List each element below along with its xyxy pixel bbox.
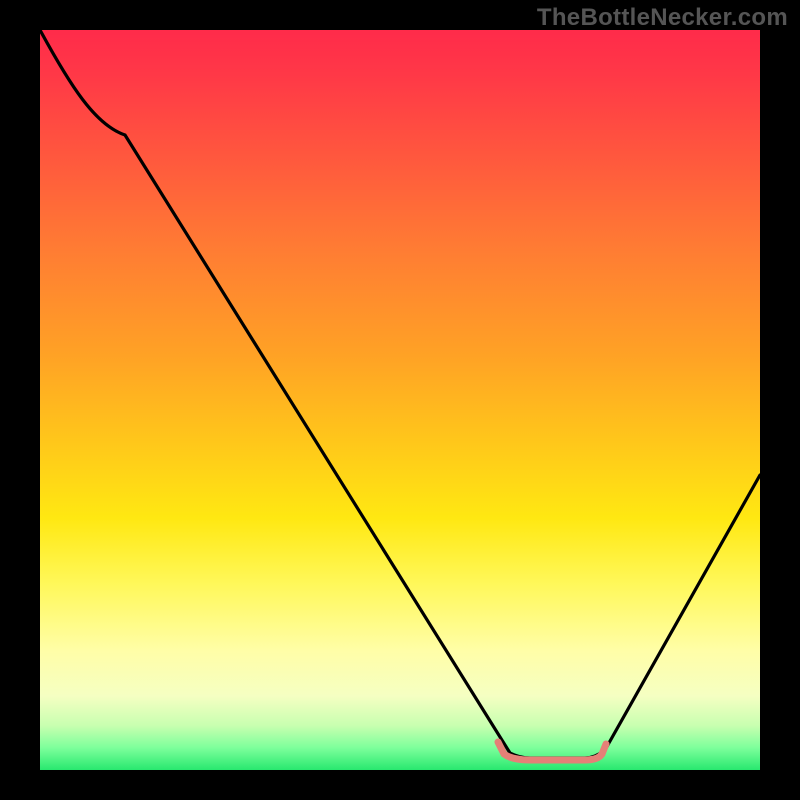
constant-segment xyxy=(498,742,606,760)
bottleneck-curve xyxy=(40,30,760,770)
watermark-text: TheBottleNecker.com xyxy=(537,4,788,32)
chart-frame: TheBottleNecker.com xyxy=(0,0,800,800)
plot-area xyxy=(40,30,760,770)
curve-path xyxy=(40,30,760,758)
